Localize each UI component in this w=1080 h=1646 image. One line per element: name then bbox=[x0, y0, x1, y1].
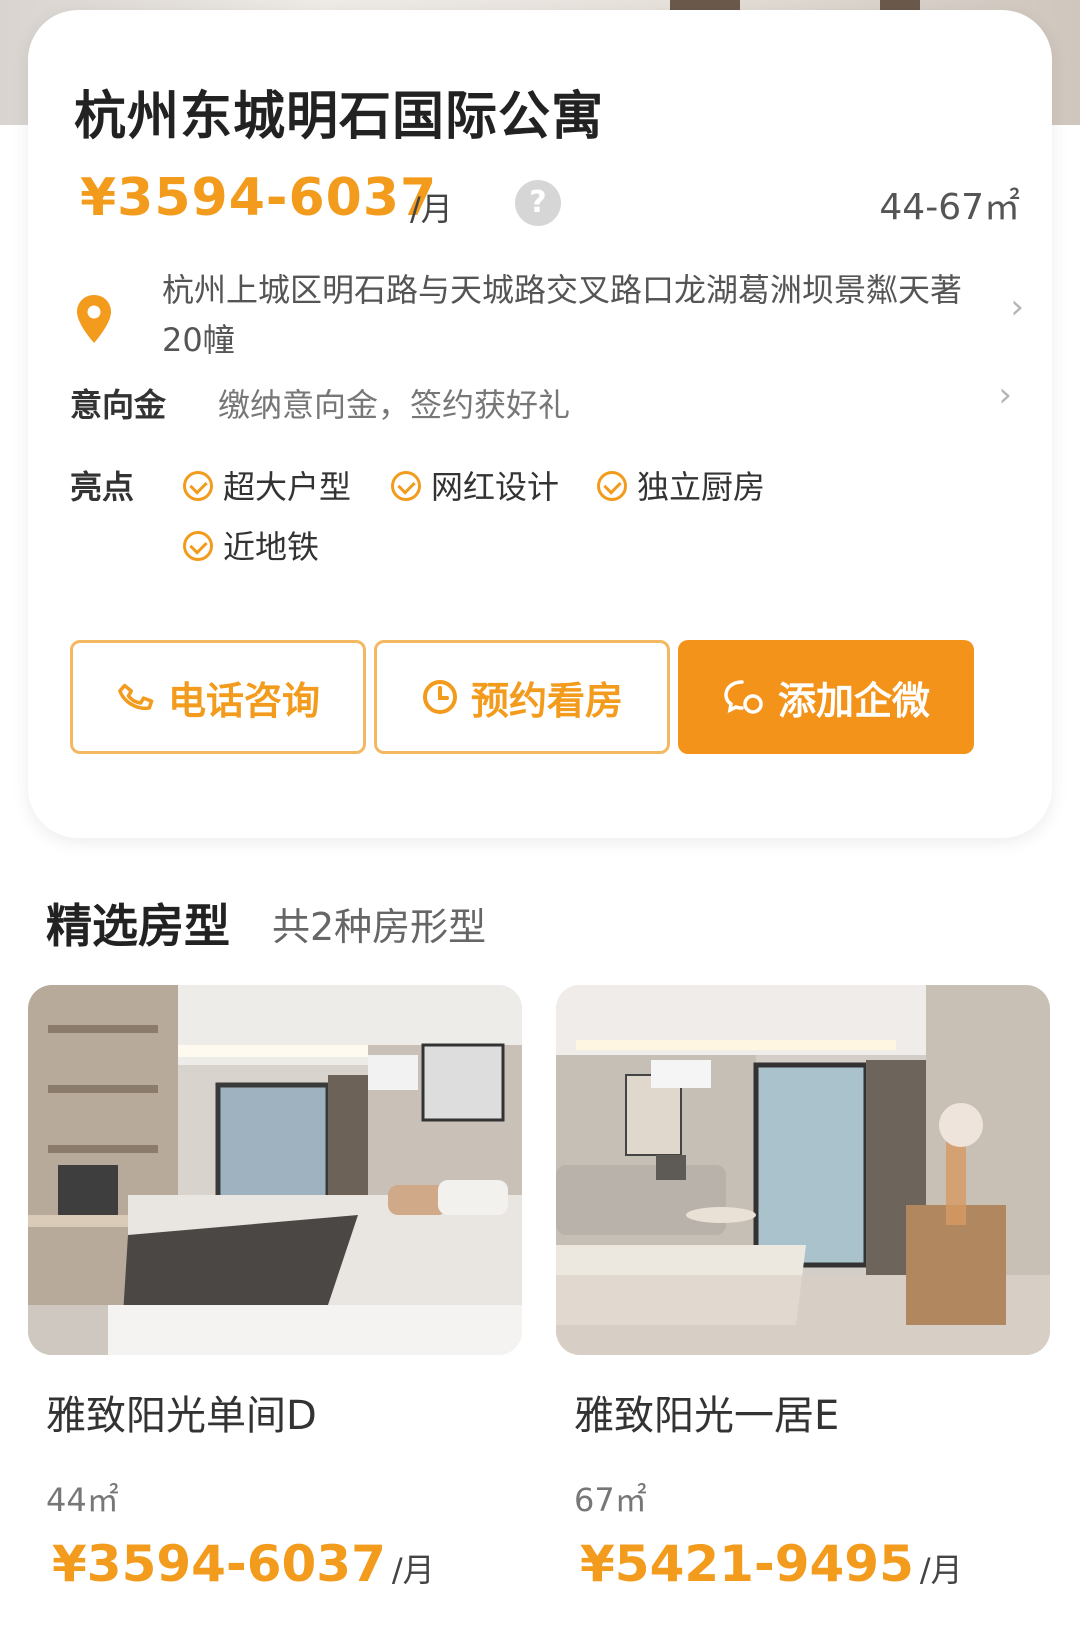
check-circle-icon bbox=[183, 531, 213, 561]
price-unit: /月 bbox=[410, 190, 453, 228]
add-wecom-label: 添加企微 bbox=[777, 678, 930, 723]
address-text: 杭州上城区明石路与天城路交叉路口龙湖葛洲坝景粼天著20幢 bbox=[162, 271, 963, 359]
check-circle-icon bbox=[597, 471, 627, 501]
check-circle-icon bbox=[183, 471, 213, 501]
add-wecom-button[interactable]: 添加企微 bbox=[678, 640, 974, 754]
phone-consult-label: 电话咨询 bbox=[167, 678, 320, 723]
chevron-right-icon: › bbox=[1010, 287, 1024, 327]
highlight-tag: 独立厨房 bbox=[597, 462, 765, 508]
intent-label: 意向金 bbox=[70, 386, 167, 424]
room-name: 雅致阳光单间D bbox=[46, 1393, 317, 1439]
highlight-tag: 超大户型 bbox=[183, 462, 351, 508]
room-price: ¥3594-6037/月 bbox=[52, 1535, 435, 1593]
room-photo bbox=[556, 985, 1050, 1355]
phone-icon bbox=[118, 683, 154, 711]
room-price: ¥5421-9495/月 bbox=[580, 1535, 963, 1593]
address-row[interactable]: 杭州上城区明石路与天城路交叉路口龙湖葛洲坝景粼天著20幢 › bbox=[74, 265, 1034, 365]
help-icon[interactable]: ? bbox=[515, 180, 561, 226]
apartment-info-card: 杭州东城明石国际公寓 ¥3594-6037 /月 ? 44-67㎡ 杭州上城区明… bbox=[28, 10, 1052, 838]
chevron-right-icon[interactable]: › bbox=[998, 375, 1012, 415]
room-area: 44㎡ bbox=[46, 1481, 119, 1519]
room-card[interactable]: 雅致阳光单间D 44㎡ ¥3594-6037/月 bbox=[28, 985, 522, 1593]
intent-text[interactable]: 缴纳意向金，签约获好礼 bbox=[218, 380, 570, 426]
price-range: ¥3594-6037 bbox=[80, 168, 438, 228]
room-section-subtitle: 共2种房形型 bbox=[272, 905, 487, 949]
clock-icon bbox=[422, 680, 457, 714]
wecom-chat-icon bbox=[724, 680, 763, 714]
highlight-tag: 近地铁 bbox=[183, 522, 319, 568]
phone-consult-button[interactable]: 电话咨询 bbox=[70, 640, 366, 754]
room-area: 67㎡ bbox=[574, 1481, 647, 1519]
book-viewing-button[interactable]: 预约看房 bbox=[374, 640, 670, 754]
price-row: ¥3594-6037 /月 ? 44-67㎡ bbox=[80, 168, 1020, 238]
location-pin-icon bbox=[77, 295, 111, 343]
room-card[interactable]: 雅致阳光一居E 67㎡ ¥5421-9495/月 bbox=[556, 985, 1050, 1593]
room-name: 雅致阳光一居E bbox=[574, 1393, 840, 1439]
highlight-tag: 网红设计 bbox=[391, 462, 559, 508]
room-section-title: 精选房型 bbox=[46, 899, 230, 953]
room-photo bbox=[28, 985, 522, 1355]
check-circle-icon bbox=[391, 471, 421, 501]
apartment-title: 杭州东城明石国际公寓 bbox=[74, 87, 605, 147]
book-viewing-label: 预约看房 bbox=[470, 678, 623, 723]
area-range: 44-67㎡ bbox=[879, 187, 1020, 228]
highlights-label: 亮点 bbox=[70, 468, 135, 506]
